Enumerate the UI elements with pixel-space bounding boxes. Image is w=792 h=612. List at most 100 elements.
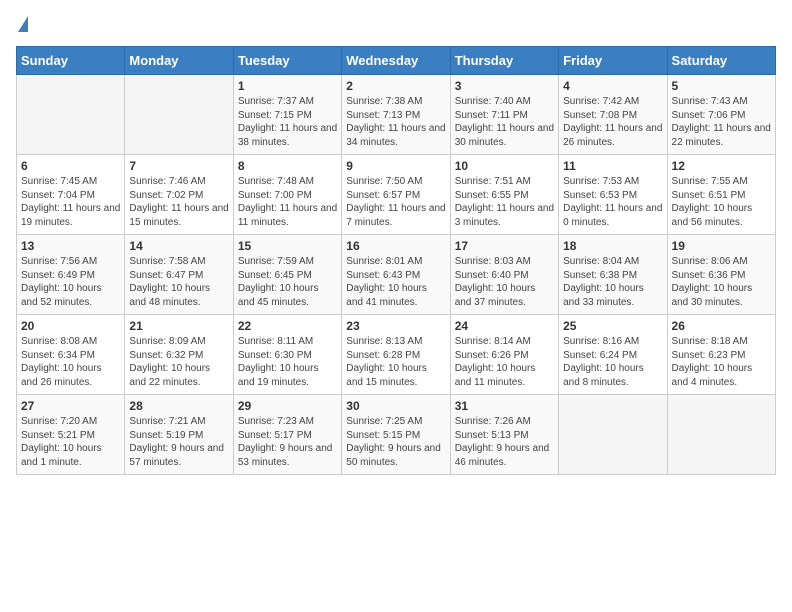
day-info: Sunrise: 7:56 AM Sunset: 6:49 PM Dayligh… — [21, 255, 120, 309]
calendar-cell: 25 Sunrise: 8:16 AM Sunset: 6:24 PM Dayli… — [559, 315, 667, 395]
day-info: Sunrise: 7:26 AM Sunset: 5:13 PM Dayligh… — [455, 415, 554, 469]
calendar-cell: 28 Sunrise: 7:21 AM Sunset: 5:19 PM Dayli… — [125, 395, 233, 475]
calendar-cell: 29Sunrise: 7:23 AM Sunset: 5:17 PM Dayli… — [233, 395, 341, 475]
calendar-cell: 3Sunrise: 7:40 AM Sunset: 7:11 PM Daylig… — [450, 75, 558, 155]
calendar-cell: 20 Sunrise: 8:08 AM Sunset: 6:34 PM Dayli… — [17, 315, 125, 395]
day-info: Sunrise: 7:38 AM Sunset: 7:13 PM Dayligh… — [346, 95, 445, 149]
day-number: 30 — [346, 399, 445, 413]
day-number: 9 — [346, 159, 445, 173]
calendar-cell: 1 Sunrise: 7:37 AM Sunset: 7:15 PM Daylig… — [233, 75, 341, 155]
day-info: Sunrise: 8:11 AM Sunset: 6:30 PM Dayligh… — [238, 335, 337, 389]
week-row-4: 20 Sunrise: 8:08 AM Sunset: 6:34 PM Dayli… — [17, 315, 776, 395]
day-info: Sunrise: 8:08 AM Sunset: 6:34 PM Dayligh… — [21, 335, 120, 389]
calendar-cell: 21 Sunrise: 8:09 AM Sunset: 6:32 PM Dayli… — [125, 315, 233, 395]
calendar-cell: 13 Sunrise: 7:56 AM Sunset: 6:49 PM Dayli… — [17, 235, 125, 315]
calendar-cell: 12Sunrise: 7:55 AM Sunset: 6:51 PM Dayli… — [667, 155, 775, 235]
calendar-cell: 5Sunrise: 7:43 AM Sunset: 7:06 PM Daylig… — [667, 75, 775, 155]
calendar-cell: 6 Sunrise: 7:45 AM Sunset: 7:04 PM Daylig… — [17, 155, 125, 235]
header-day-sunday: Sunday — [17, 47, 125, 75]
day-number: 18 — [563, 239, 662, 253]
calendar-cell: 11Sunrise: 7:53 AM Sunset: 6:53 PM Dayli… — [559, 155, 667, 235]
day-info: Sunrise: 7:51 AM Sunset: 6:55 PM Dayligh… — [455, 175, 554, 229]
calendar-cell: 18 Sunrise: 8:04 AM Sunset: 6:38 PM Dayli… — [559, 235, 667, 315]
page-header — [16, 16, 776, 34]
week-row-2: 6 Sunrise: 7:45 AM Sunset: 7:04 PM Daylig… — [17, 155, 776, 235]
day-info: Sunrise: 8:03 AM Sunset: 6:40 PM Dayligh… — [455, 255, 554, 309]
logo-triangle-icon — [18, 16, 28, 32]
day-number: 8 — [238, 159, 337, 173]
day-number: 22 — [238, 319, 337, 333]
calendar-cell: 31 Sunrise: 7:26 AM Sunset: 5:13 PM Dayli… — [450, 395, 558, 475]
day-info: Sunrise: 8:13 AM Sunset: 6:28 PM Dayligh… — [346, 335, 445, 389]
day-info: Sunrise: 7:21 AM Sunset: 5:19 PM Dayligh… — [129, 415, 228, 469]
day-info: Sunrise: 7:48 AM Sunset: 7:00 PM Dayligh… — [238, 175, 337, 229]
day-info: Sunrise: 7:46 AM Sunset: 7:02 PM Dayligh… — [129, 175, 228, 229]
day-number: 16 — [346, 239, 445, 253]
day-info: Sunrise: 7:55 AM Sunset: 6:51 PM Dayligh… — [672, 175, 771, 229]
day-info: Sunrise: 7:50 AM Sunset: 6:57 PM Dayligh… — [346, 175, 445, 229]
day-info: Sunrise: 8:14 AM Sunset: 6:26 PM Dayligh… — [455, 335, 554, 389]
calendar-cell: 2 Sunrise: 7:38 AM Sunset: 7:13 PM Daylig… — [342, 75, 450, 155]
calendar-cell: 16 Sunrise: 8:01 AM Sunset: 6:43 PM Dayli… — [342, 235, 450, 315]
day-info: Sunrise: 7:58 AM Sunset: 6:47 PM Dayligh… — [129, 255, 228, 309]
week-row-1: 1 Sunrise: 7:37 AM Sunset: 7:15 PM Daylig… — [17, 75, 776, 155]
header-day-tuesday: Tuesday — [233, 47, 341, 75]
calendar-cell: 19 Sunrise: 8:06 AM Sunset: 6:36 PM Dayli… — [667, 235, 775, 315]
day-number: 13 — [21, 239, 120, 253]
day-info: Sunrise: 8:01 AM Sunset: 6:43 PM Dayligh… — [346, 255, 445, 309]
calendar-cell: 8 Sunrise: 7:48 AM Sunset: 7:00 PM Daylig… — [233, 155, 341, 235]
calendar-cell: 17 Sunrise: 8:03 AM Sunset: 6:40 PM Dayli… — [450, 235, 558, 315]
day-info: Sunrise: 7:45 AM Sunset: 7:04 PM Dayligh… — [21, 175, 120, 229]
calendar-cell: 10 Sunrise: 7:51 AM Sunset: 6:55 PM Dayli… — [450, 155, 558, 235]
day-number: 28 — [129, 399, 228, 413]
day-info: Sunrise: 8:09 AM Sunset: 6:32 PM Dayligh… — [129, 335, 228, 389]
header-row: SundayMondayTuesdayWednesdayThursdayFrid… — [17, 47, 776, 75]
calendar-cell: 27Sunrise: 7:20 AM Sunset: 5:21 PM Dayli… — [17, 395, 125, 475]
week-row-5: 27Sunrise: 7:20 AM Sunset: 5:21 PM Dayli… — [17, 395, 776, 475]
day-number: 4 — [563, 79, 662, 93]
week-row-3: 13 Sunrise: 7:56 AM Sunset: 6:49 PM Dayli… — [17, 235, 776, 315]
day-number: 31 — [455, 399, 554, 413]
calendar-cell: 4 Sunrise: 7:42 AM Sunset: 7:08 PM Daylig… — [559, 75, 667, 155]
day-number: 17 — [455, 239, 554, 253]
header-day-friday: Friday — [559, 47, 667, 75]
logo — [16, 16, 28, 34]
day-number: 25 — [563, 319, 662, 333]
calendar-header: SundayMondayTuesdayWednesdayThursdayFrid… — [17, 47, 776, 75]
day-number: 21 — [129, 319, 228, 333]
day-info: Sunrise: 7:40 AM Sunset: 7:11 PM Dayligh… — [455, 95, 554, 149]
day-info: Sunrise: 8:16 AM Sunset: 6:24 PM Dayligh… — [563, 335, 662, 389]
calendar-cell — [667, 395, 775, 475]
day-number: 20 — [21, 319, 120, 333]
day-number: 27 — [21, 399, 120, 413]
day-number: 10 — [455, 159, 554, 173]
calendar-table: SundayMondayTuesdayWednesdayThursdayFrid… — [16, 46, 776, 475]
calendar-cell — [559, 395, 667, 475]
header-day-thursday: Thursday — [450, 47, 558, 75]
day-number: 5 — [672, 79, 771, 93]
day-info: Sunrise: 7:42 AM Sunset: 7:08 PM Dayligh… — [563, 95, 662, 149]
day-number: 7 — [129, 159, 228, 173]
day-info: Sunrise: 7:23 AM Sunset: 5:17 PM Dayligh… — [238, 415, 337, 469]
day-number: 23 — [346, 319, 445, 333]
day-info: Sunrise: 8:04 AM Sunset: 6:38 PM Dayligh… — [563, 255, 662, 309]
day-info: Sunrise: 8:06 AM Sunset: 6:36 PM Dayligh… — [672, 255, 771, 309]
calendar-cell: 15 Sunrise: 7:59 AM Sunset: 6:45 PM Dayli… — [233, 235, 341, 315]
day-number: 2 — [346, 79, 445, 93]
day-number: 1 — [238, 79, 337, 93]
calendar-cell: 9 Sunrise: 7:50 AM Sunset: 6:57 PM Daylig… — [342, 155, 450, 235]
day-number: 15 — [238, 239, 337, 253]
calendar-cell: 23 Sunrise: 8:13 AM Sunset: 6:28 PM Dayli… — [342, 315, 450, 395]
day-number: 14 — [129, 239, 228, 253]
header-day-monday: Monday — [125, 47, 233, 75]
day-info: Sunrise: 7:53 AM Sunset: 6:53 PM Dayligh… — [563, 175, 662, 229]
calendar-cell: 24Sunrise: 8:14 AM Sunset: 6:26 PM Dayli… — [450, 315, 558, 395]
day-number: 19 — [672, 239, 771, 253]
day-info: Sunrise: 7:59 AM Sunset: 6:45 PM Dayligh… — [238, 255, 337, 309]
calendar-cell: 7 Sunrise: 7:46 AM Sunset: 7:02 PM Daylig… — [125, 155, 233, 235]
day-info: Sunrise: 7:37 AM Sunset: 7:15 PM Dayligh… — [238, 95, 337, 149]
day-info: Sunrise: 7:25 AM Sunset: 5:15 PM Dayligh… — [346, 415, 445, 469]
calendar-cell — [125, 75, 233, 155]
day-number: 26 — [672, 319, 771, 333]
day-number: 6 — [21, 159, 120, 173]
